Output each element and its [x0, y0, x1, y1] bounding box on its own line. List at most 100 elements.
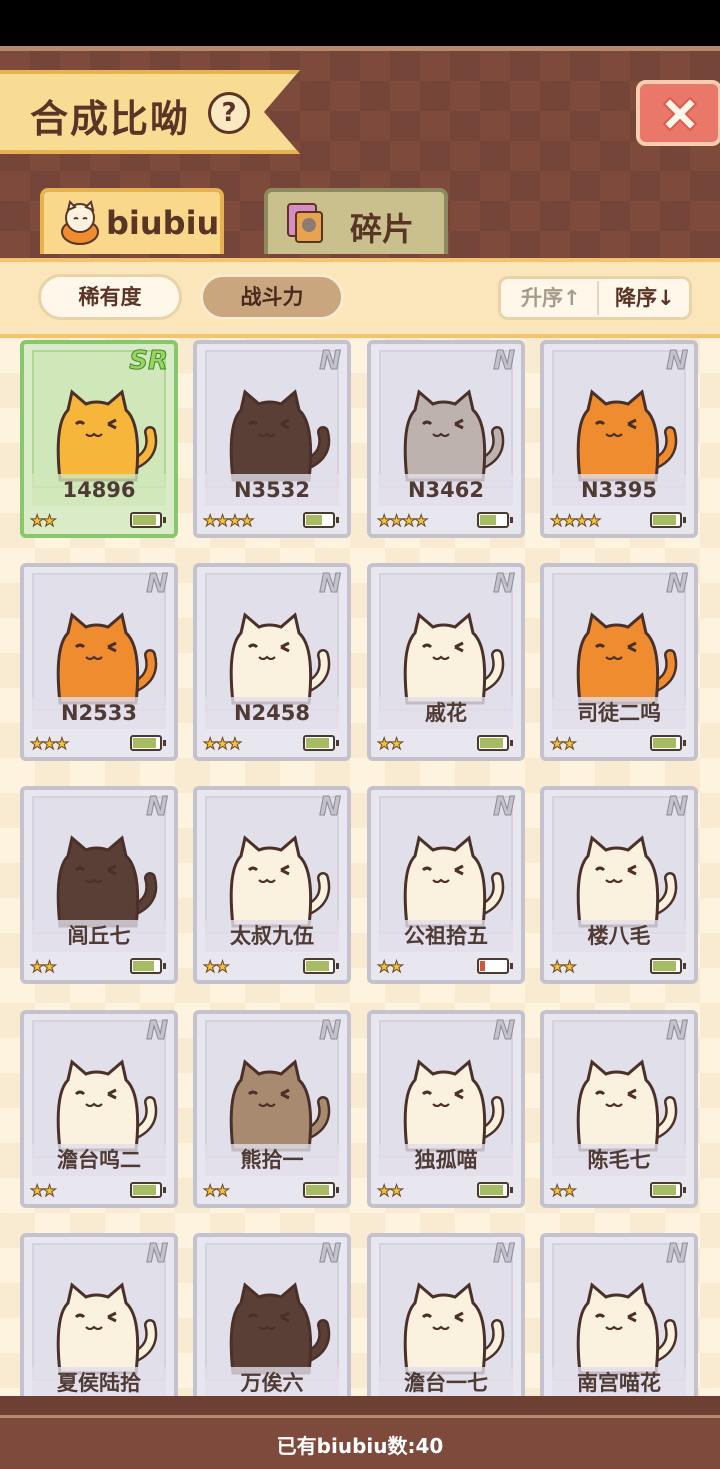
battery-fill [133, 738, 156, 748]
rarity-badge: N [493, 346, 516, 377]
battery-icon [130, 958, 166, 974]
cat-card[interactable]: N 戚花 ★★ [367, 563, 525, 761]
cat-name: 楼八毛 [552, 920, 686, 952]
battery-icon [303, 735, 339, 751]
cat-icon [56, 835, 158, 928]
cat-name: N3462 [379, 474, 513, 506]
descending-label: 降序 [615, 286, 657, 310]
battery-fill [480, 738, 503, 748]
rarity-badge: N [493, 569, 516, 600]
battery-fill [653, 515, 676, 525]
cat-card[interactable]: N 澹台呜二 ★★ [20, 1010, 178, 1208]
cat-card[interactable]: N 南宫喵花 [540, 1233, 698, 1396]
star-rating: ★★ [377, 957, 405, 977]
order-divider [597, 281, 599, 315]
battery-icon [477, 958, 513, 974]
battery-icon [303, 512, 339, 528]
cat-card[interactable]: N 独孤喵 ★★ [367, 1010, 525, 1208]
battery-fill [133, 961, 154, 971]
rarity-badge: N [146, 792, 169, 823]
cat-icon [576, 835, 678, 928]
cat-card[interactable]: N 万俟六 [193, 1233, 351, 1396]
star-rating: ★★ [30, 511, 58, 531]
biubiu-count: 已有biubiu数:40 [276, 1434, 444, 1458]
battery-icon [477, 512, 513, 528]
cat-icon [56, 389, 158, 482]
cat-card[interactable]: N 夏侯陆拾 [20, 1233, 178, 1396]
rarity-badge: N [319, 792, 342, 823]
star-rating: ★★★★ [549, 511, 601, 531]
cat-icon [229, 835, 331, 928]
cat-name: 独孤喵 [379, 1144, 513, 1176]
cat-card[interactable]: N 太叔九伍 ★★ [193, 786, 351, 984]
cat-name: 戚花 [379, 697, 513, 729]
battery-icon [477, 735, 513, 751]
close-button[interactable] [636, 80, 720, 146]
battery-fill [480, 961, 485, 971]
sort-rarity-button[interactable]: 稀有度 [38, 274, 182, 320]
star-rating: ★★ [30, 957, 58, 977]
descending-button[interactable]: 降序↓ [615, 279, 675, 317]
battery-fill [306, 738, 329, 748]
cat-icon [229, 389, 331, 482]
rarity-badge: N [319, 346, 342, 377]
cat-name: N3532 [205, 474, 339, 506]
cat-name: 万俟六 [205, 1367, 339, 1396]
star-rating: ★★ [550, 734, 578, 754]
star-rating: ★★ [377, 1181, 405, 1201]
cat-card[interactable]: N N2458 ★★★ [193, 563, 351, 761]
cat-icon [403, 1059, 505, 1152]
cat-name: 南宫喵花 [552, 1367, 686, 1396]
battery-fill [306, 961, 329, 971]
cat-card[interactable]: N 闾丘七 ★★ [20, 786, 178, 984]
question-icon[interactable]: ? [208, 92, 250, 134]
battery-icon [130, 1182, 166, 1198]
battery-fill [653, 961, 676, 971]
grid-bottom-edge [0, 1396, 720, 1415]
sort-power-button[interactable]: 战斗力 [200, 274, 344, 320]
rarity-badge: N [666, 1016, 689, 1047]
rarity-badge: N [493, 1239, 516, 1270]
cat-card[interactable]: N N2533 ★★★ [20, 563, 178, 761]
rarity-badge: N [493, 1016, 516, 1047]
cat-name: 闾丘七 [32, 920, 166, 952]
cat-card[interactable]: N 澹台一七 [367, 1233, 525, 1396]
rarity-badge: N [319, 1239, 342, 1270]
cat-icon [576, 389, 678, 482]
cat-name: 太叔九伍 [205, 920, 339, 952]
battery-fill [653, 1185, 676, 1195]
tab-fragment[interactable]: 碎片 [264, 188, 448, 254]
battery-icon [303, 958, 339, 974]
cat-card[interactable]: N N3395 ★★★★ [540, 340, 698, 538]
fragment-icon [287, 203, 323, 243]
cat-card[interactable]: N 楼八毛 ★★ [540, 786, 698, 984]
cat-icon [403, 835, 505, 928]
cat-card[interactable]: N N3462 ★★★★ [367, 340, 525, 538]
star-rating: ★★ [550, 957, 578, 977]
arrow-down-icon: ↓ [657, 286, 675, 310]
rarity-badge: N [319, 1016, 342, 1047]
cat-card[interactable]: N 公祖拾五 ★★ [367, 786, 525, 984]
cat-card[interactable]: N N3532 ★★★★ [193, 340, 351, 538]
cat-icon [576, 612, 678, 705]
cat-card[interactable]: N 司徒二呜 ★★ [540, 563, 698, 761]
tab-biubiu[interactable]: biubiu [40, 188, 224, 254]
cat-card[interactable]: N 熊拾一 ★★ [193, 1010, 351, 1208]
battery-icon [130, 512, 166, 528]
star-rating: ★★★ [202, 734, 242, 754]
rarity-badge: N [666, 346, 689, 377]
cat-card[interactable]: SR 14896 ★★ [20, 340, 178, 538]
cat-icon [229, 1282, 331, 1375]
cat-name: 澹台一七 [379, 1367, 513, 1396]
close-x-icon [662, 96, 698, 132]
cat-name: 澹台呜二 [32, 1144, 166, 1176]
cat-card[interactable]: N 陈毛七 ★★ [540, 1010, 698, 1208]
cat-name: 夏侯陆拾 [32, 1367, 166, 1396]
ascending-label: 升序 [521, 286, 563, 310]
star-rating: ★★ [377, 734, 405, 754]
cat-icon [229, 1059, 331, 1152]
battery-icon [477, 1182, 513, 1198]
ascending-button[interactable]: 升序↑ [521, 279, 581, 317]
battery-fill [133, 515, 156, 525]
cat-icon [56, 1282, 158, 1375]
